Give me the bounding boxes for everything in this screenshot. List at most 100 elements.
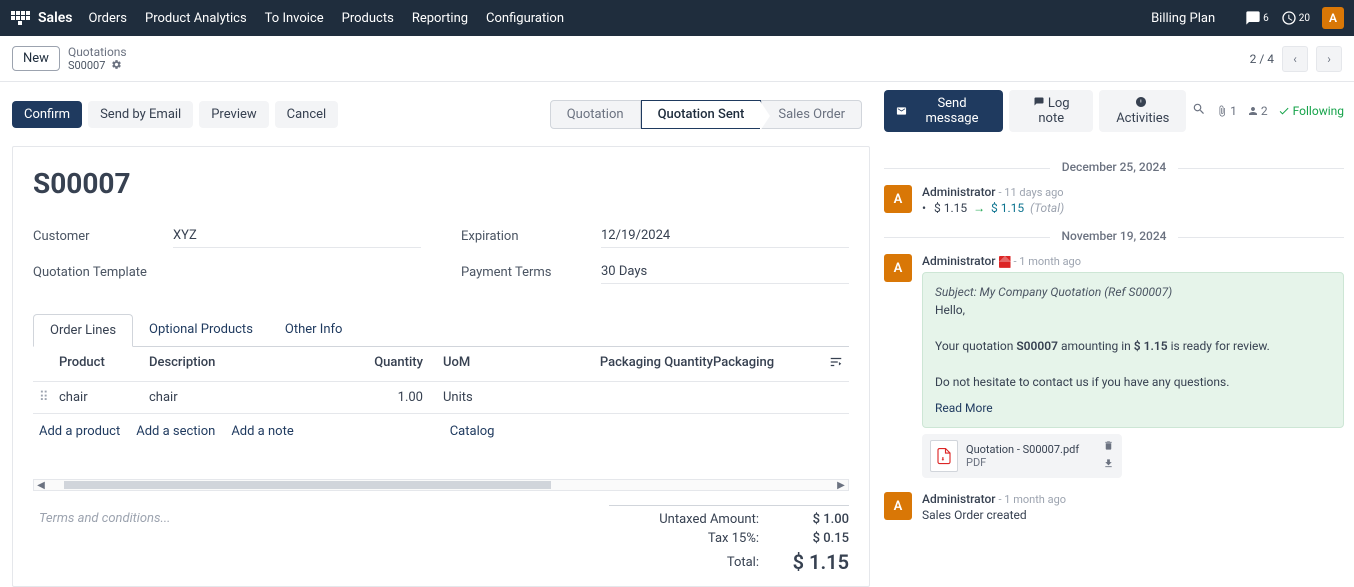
add-note-link[interactable]: Add a note	[231, 424, 293, 439]
stage-quotation[interactable]: Quotation	[550, 100, 641, 129]
drag-handle-icon[interactable]: ⠿	[39, 390, 59, 405]
message-author[interactable]: Administrator	[922, 254, 996, 268]
nav-product-analytics[interactable]: Product Analytics	[145, 11, 247, 26]
message-item: A Administrator - 11 days ago $ 1.15 → $…	[884, 185, 1344, 215]
search-icon[interactable]	[1192, 102, 1206, 120]
catalog-link[interactable]: Catalog	[450, 424, 495, 439]
horizontal-scrollbar[interactable]: ◀ ▶	[33, 479, 849, 491]
stage-quotation-sent[interactable]: Quotation Sent	[641, 100, 762, 129]
breadcrumb-parent[interactable]: Quotations	[68, 45, 127, 59]
col-pkg[interactable]: Packaging	[713, 355, 813, 373]
message-avatar: A	[884, 492, 912, 520]
top-navbar: Sales Orders Product Analytics To Invoic…	[0, 0, 1354, 36]
message-time: - 11 days ago	[999, 186, 1064, 199]
attachment-type: PDF	[966, 456, 1095, 469]
cell-quantity[interactable]: 1.00	[343, 390, 443, 405]
col-pkg-qty[interactable]: Packaging Quantity	[563, 355, 713, 373]
activities-nav-icon[interactable]: 20	[1281, 10, 1310, 26]
user-avatar[interactable]: A	[1322, 7, 1344, 29]
cell-product[interactable]: chair	[59, 390, 149, 405]
tab-optional-products[interactable]: Optional Products	[133, 314, 269, 346]
messaging-count: 6	[1263, 13, 1269, 24]
app-brand[interactable]: Sales	[38, 10, 72, 26]
message-time: - 1 month ago	[999, 493, 1067, 506]
message-author[interactable]: Administrator	[922, 492, 996, 506]
add-section-link[interactable]: Add a section	[136, 424, 215, 439]
send-message-label: Send message	[913, 96, 991, 126]
email-body-line: Your quotation S00007 amounting in $ 1.1…	[935, 337, 1331, 355]
pager-prev[interactable]: ‹	[1282, 46, 1308, 72]
attachments-count[interactable]: 1	[1216, 104, 1237, 118]
expiration-field[interactable]: 12/19/2024	[601, 224, 849, 248]
cell-uom[interactable]: Units	[443, 390, 563, 405]
total-label: Total:	[609, 550, 759, 574]
nav-configuration[interactable]: Configuration	[486, 11, 564, 26]
breadcrumb: Quotations S00007	[68, 45, 127, 73]
nav-reporting[interactable]: Reporting	[412, 11, 468, 26]
preview-button[interactable]: Preview	[199, 101, 268, 128]
tab-bar: Order Lines Optional Products Other Info	[33, 314, 849, 347]
customer-field[interactable]: XYZ	[173, 224, 421, 248]
template-field[interactable]	[173, 268, 421, 276]
order-lines-table: Product Description Quantity UoM Packagi…	[33, 347, 849, 449]
delete-attachment-icon[interactable]	[1103, 440, 1114, 454]
col-product[interactable]: Product	[59, 355, 149, 373]
payment-terms-field[interactable]: 30 Days	[601, 260, 849, 284]
cancel-button[interactable]: Cancel	[275, 101, 339, 128]
payment-terms-label: Payment Terms	[461, 265, 601, 280]
table-row[interactable]: ⠿ chair chair 1.00 Units	[33, 382, 849, 414]
nav-orders[interactable]: Orders	[88, 11, 127, 26]
activities-count: 20	[1299, 13, 1310, 24]
nav-products[interactable]: Products	[342, 11, 394, 26]
email-greeting: Hello,	[935, 301, 1331, 319]
table-settings-icon[interactable]	[813, 355, 843, 373]
read-more-link[interactable]: Read More	[935, 399, 993, 417]
attachment-card[interactable]: ⬇ Quotation - S00007.pdf PDF	[922, 434, 1122, 478]
nav-billing-plan[interactable]: Billing Plan	[1151, 11, 1215, 26]
message-body: Sales Order created	[922, 508, 1344, 522]
col-description[interactable]: Description	[149, 355, 343, 373]
new-button[interactable]: New	[12, 46, 60, 71]
send-message-button[interactable]: Send message	[884, 90, 1003, 132]
gear-icon[interactable]	[111, 59, 122, 73]
confirm-button[interactable]: Confirm	[12, 101, 82, 128]
status-bar: Quotation Quotation Sent Sales Order	[550, 100, 862, 129]
message-item: A Administrator - 1 month ago Subject: M…	[884, 254, 1344, 478]
cell-description[interactable]: chair	[149, 390, 343, 405]
followers-count[interactable]: 2	[1247, 104, 1268, 118]
total-amount: $ 1.15	[779, 550, 849, 574]
nav-to-invoice[interactable]: To Invoice	[265, 11, 324, 26]
date-separator: November 19, 2024	[1050, 229, 1179, 243]
message-author[interactable]: Administrator	[922, 185, 996, 199]
message-item: A Administrator - 1 month ago Sales Orde…	[884, 492, 1344, 522]
message-avatar: A	[884, 254, 912, 282]
log-note-button[interactable]: Log note	[1009, 90, 1093, 132]
message-avatar: A	[884, 185, 912, 213]
tax-label: Tax 15%:	[609, 531, 759, 546]
add-product-link[interactable]: Add a product	[39, 424, 120, 439]
send-email-button[interactable]: Send by Email	[88, 101, 193, 128]
terms-field[interactable]: Terms and conditions...	[33, 505, 609, 576]
totals-block: Untaxed Amount:$ 1.00 Tax 15%:$ 0.15 Tot…	[609, 505, 849, 576]
pager: 2 / 4 ‹ ›	[1250, 46, 1342, 72]
customer-label: Customer	[33, 229, 173, 244]
pdf-icon: ⬇	[930, 440, 958, 472]
apps-icon[interactable]	[10, 8, 30, 28]
download-attachment-icon[interactable]	[1103, 458, 1114, 472]
col-quantity[interactable]: Quantity	[343, 355, 443, 373]
attachment-name: Quotation - S00007.pdf	[966, 443, 1095, 456]
template-label: Quotation Template	[33, 265, 173, 280]
activities-button[interactable]: Activities	[1099, 90, 1186, 132]
messaging-icon[interactable]: 6	[1245, 10, 1269, 26]
tab-order-lines[interactable]: Order Lines	[33, 314, 133, 347]
breadcrumb-record: S00007	[68, 59, 105, 72]
following-indicator[interactable]: Following	[1278, 104, 1344, 118]
email-preview: Subject: My Company Quotation (Ref S0000…	[922, 272, 1344, 428]
pager-next[interactable]: ›	[1316, 46, 1342, 72]
stage-sales-order[interactable]: Sales Order	[761, 100, 862, 129]
message-change: $ 1.15 → $ 1.15 (Total)	[922, 201, 1344, 215]
tax-amount: $ 0.15	[779, 531, 849, 546]
expiration-label: Expiration	[461, 229, 601, 244]
tab-other-info[interactable]: Other Info	[269, 314, 359, 346]
col-uom[interactable]: UoM	[443, 355, 563, 373]
